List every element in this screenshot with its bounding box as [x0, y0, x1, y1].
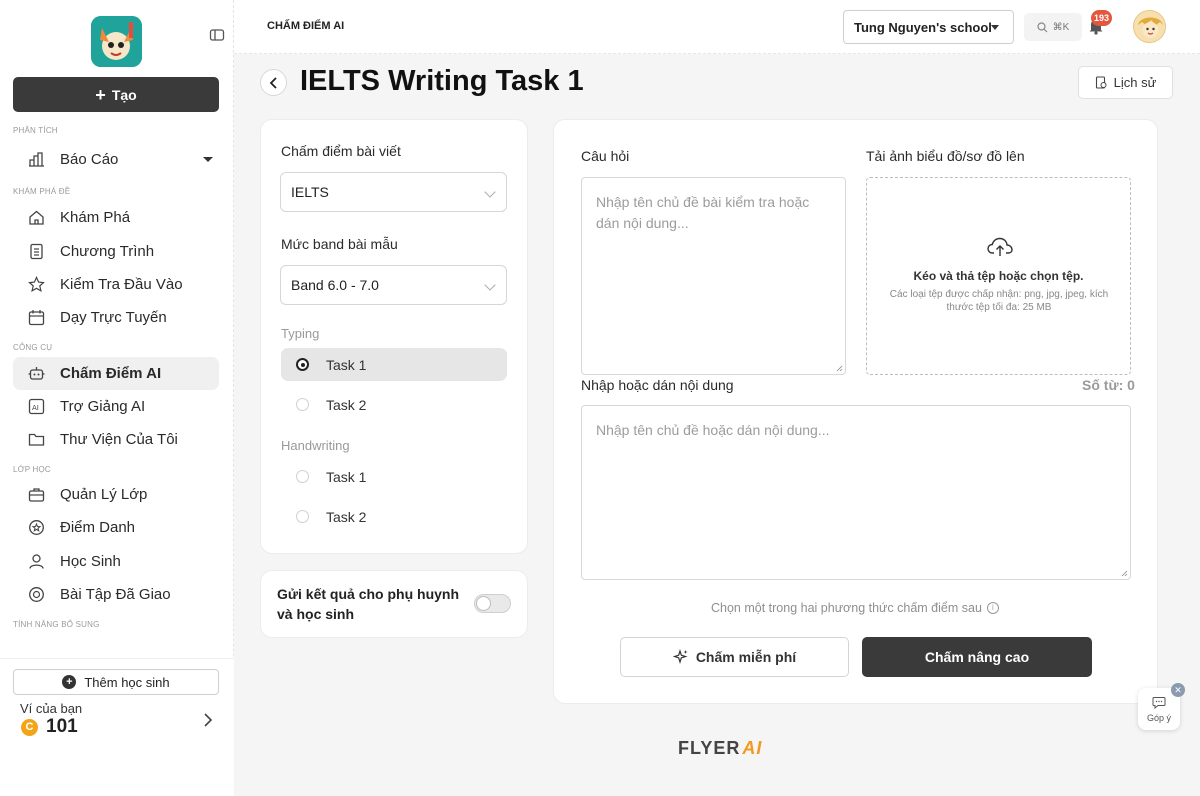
- users-icon: [28, 553, 45, 570]
- radio-unselected[interactable]: [296, 398, 309, 411]
- sidebar-item-students[interactable]: Học Sinh: [13, 545, 219, 578]
- sidebar-item-programs[interactable]: Chương Trình: [13, 235, 219, 268]
- document-icon: [28, 243, 45, 260]
- sidebar-item-class-management[interactable]: Quản Lý Lớp: [13, 478, 219, 511]
- content-textarea[interactable]: Nhập tên chủ đề hoặc dán nội dung...: [581, 405, 1131, 580]
- section-label-analysis: Phân tích: [13, 126, 58, 135]
- info-icon[interactable]: i: [986, 602, 999, 614]
- badge-star-icon: [28, 519, 45, 536]
- school-select[interactable]: Tung Nguyen's school: [843, 10, 1014, 44]
- coin-icon: C: [21, 718, 38, 736]
- sidebar-item-placement[interactable]: Kiểm Tra Đầu Vào: [13, 268, 219, 301]
- plus-circle-icon: +: [62, 675, 77, 689]
- chevron-right-icon[interactable]: [202, 711, 214, 729]
- send-results-toggle[interactable]: [474, 594, 511, 613]
- back-button[interactable]: [260, 69, 287, 96]
- search-button[interactable]: ⌘K: [1024, 13, 1082, 41]
- sidebar-item-library[interactable]: Thư Viện Của Tôi: [13, 423, 219, 456]
- chevron-down-icon: [484, 186, 496, 198]
- caret-down-icon: [991, 25, 999, 30]
- wallet-label: Ví của bạn: [20, 701, 83, 716]
- history-button[interactable]: Lịch sử: [1078, 66, 1173, 99]
- sidebar-collapse-icon[interactable]: [209, 28, 225, 42]
- cloud-upload-icon: [987, 237, 1013, 256]
- advanced-grading-button[interactable]: Chấm nâng cao: [862, 637, 1092, 677]
- search-icon: [1037, 21, 1048, 32]
- robot-icon: [28, 365, 45, 382]
- caret-down-icon: [203, 157, 213, 162]
- history-icon: [1095, 76, 1107, 89]
- award-icon: [28, 586, 45, 603]
- send-results-label: Gửi kết quả cho phụ huynh và học sinh: [277, 586, 460, 622]
- upload-hint: Các loại tệp được chấp nhận: png, jpg, j…: [889, 289, 1109, 313]
- create-button[interactable]: + Tạo: [13, 77, 219, 112]
- handwriting-task1-option[interactable]: Task 1: [281, 460, 507, 493]
- section-label-classes: Lớp học: [13, 465, 51, 474]
- sparkle-icon: [672, 649, 688, 665]
- chevron-left-icon: [269, 76, 277, 89]
- sidebar-item-attendance[interactable]: Điểm Danh: [13, 511, 219, 544]
- upload-label: Tải ảnh biểu đồ/sơ đồ lên: [866, 148, 1025, 164]
- section-label-tools: Công cụ: [13, 343, 53, 352]
- question-textarea[interactable]: Nhập tên chủ đề bài kiểm tra hoặc dán nộ…: [581, 177, 846, 375]
- add-student-button[interactable]: + Thêm học sinh: [13, 669, 219, 695]
- home-icon: [28, 209, 45, 226]
- typing-task1-option[interactable]: Task 1: [281, 348, 507, 381]
- typing-task2-option[interactable]: Task 2: [281, 388, 507, 421]
- notification-badge: 193: [1091, 10, 1113, 26]
- sidebar-item-ai-assistant[interactable]: AI Trợ Giảng AI: [13, 390, 219, 423]
- section-label-extra: Tính năng bổ sung: [13, 620, 100, 629]
- word-count: Số từ: 0: [1082, 377, 1135, 393]
- sidebar-item-assigned-homework[interactable]: Bài Tập Đã Giao: [13, 578, 219, 611]
- exam-type-select[interactable]: IELTS: [280, 172, 507, 212]
- chat-bubble-icon: [1152, 697, 1166, 709]
- sidebar-item-explore[interactable]: Khám Phá: [13, 201, 219, 234]
- sidebar-item-ai-grading[interactable]: Chấm Điểm AI: [13, 357, 219, 390]
- page-title: IELTS Writing Task 1: [300, 65, 584, 97]
- resize-grip-icon[interactable]: [1121, 570, 1128, 577]
- free-grading-button[interactable]: Chấm miễn phí: [620, 637, 849, 677]
- radio-unselected[interactable]: [296, 470, 309, 483]
- handwriting-group-label: Handwriting: [281, 438, 350, 453]
- grading-method-hint: Chọn một trong hai phương thức chấm điểm…: [711, 601, 999, 615]
- handwriting-task2-option[interactable]: Task 2: [281, 500, 507, 533]
- band-label: Mức band bài mẫu: [281, 236, 398, 252]
- typing-group-label: Typing: [281, 326, 320, 341]
- radio-selected[interactable]: [296, 358, 309, 371]
- radio-unselected[interactable]: [296, 510, 309, 523]
- band-select[interactable]: Band 6.0 - 7.0: [280, 265, 507, 305]
- calendar-icon: [28, 309, 45, 326]
- close-icon[interactable]: ✕: [1171, 683, 1185, 697]
- folder-icon: [28, 431, 45, 448]
- question-label: Câu hỏi: [581, 148, 630, 164]
- chevron-down-icon: [484, 279, 496, 291]
- grading-label: Chấm điểm bài viết: [281, 143, 401, 159]
- wallet-balance: C 101: [21, 716, 78, 738]
- sidebar-item-reports[interactable]: Báo Cáo: [13, 143, 219, 176]
- section-label-explore: Khám phá đề: [13, 187, 71, 196]
- plus-icon: +: [95, 84, 106, 105]
- resize-grip-icon[interactable]: [836, 365, 843, 372]
- upload-dropzone[interactable]: Kéo và thả tệp hoặc chọn tệp. Các loại t…: [866, 177, 1131, 375]
- ai-icon: AI: [28, 398, 45, 415]
- star-icon: [28, 276, 45, 293]
- svg-text:AI: AI: [32, 404, 39, 412]
- content-label: Nhập hoặc dán nội dung: [581, 377, 734, 393]
- bar-chart-icon: [28, 151, 45, 168]
- top-header: Chấm điểm AI Tung Nguyen's school ⌘K 193: [234, 0, 1200, 54]
- upload-title: Kéo và thả tệp hoặc chọn tệp.: [913, 269, 1084, 283]
- flyer-ai-logo: FLYER AI: [678, 738, 763, 758]
- avatar[interactable]: [1133, 10, 1166, 43]
- app-logo[interactable]: [91, 16, 142, 67]
- sidebar-item-online[interactable]: Dạy Trực Tuyến: [13, 301, 219, 334]
- toggle-knob: [476, 596, 491, 611]
- breadcrumb: Chấm điểm AI: [267, 20, 345, 32]
- briefcase-icon: [28, 486, 45, 503]
